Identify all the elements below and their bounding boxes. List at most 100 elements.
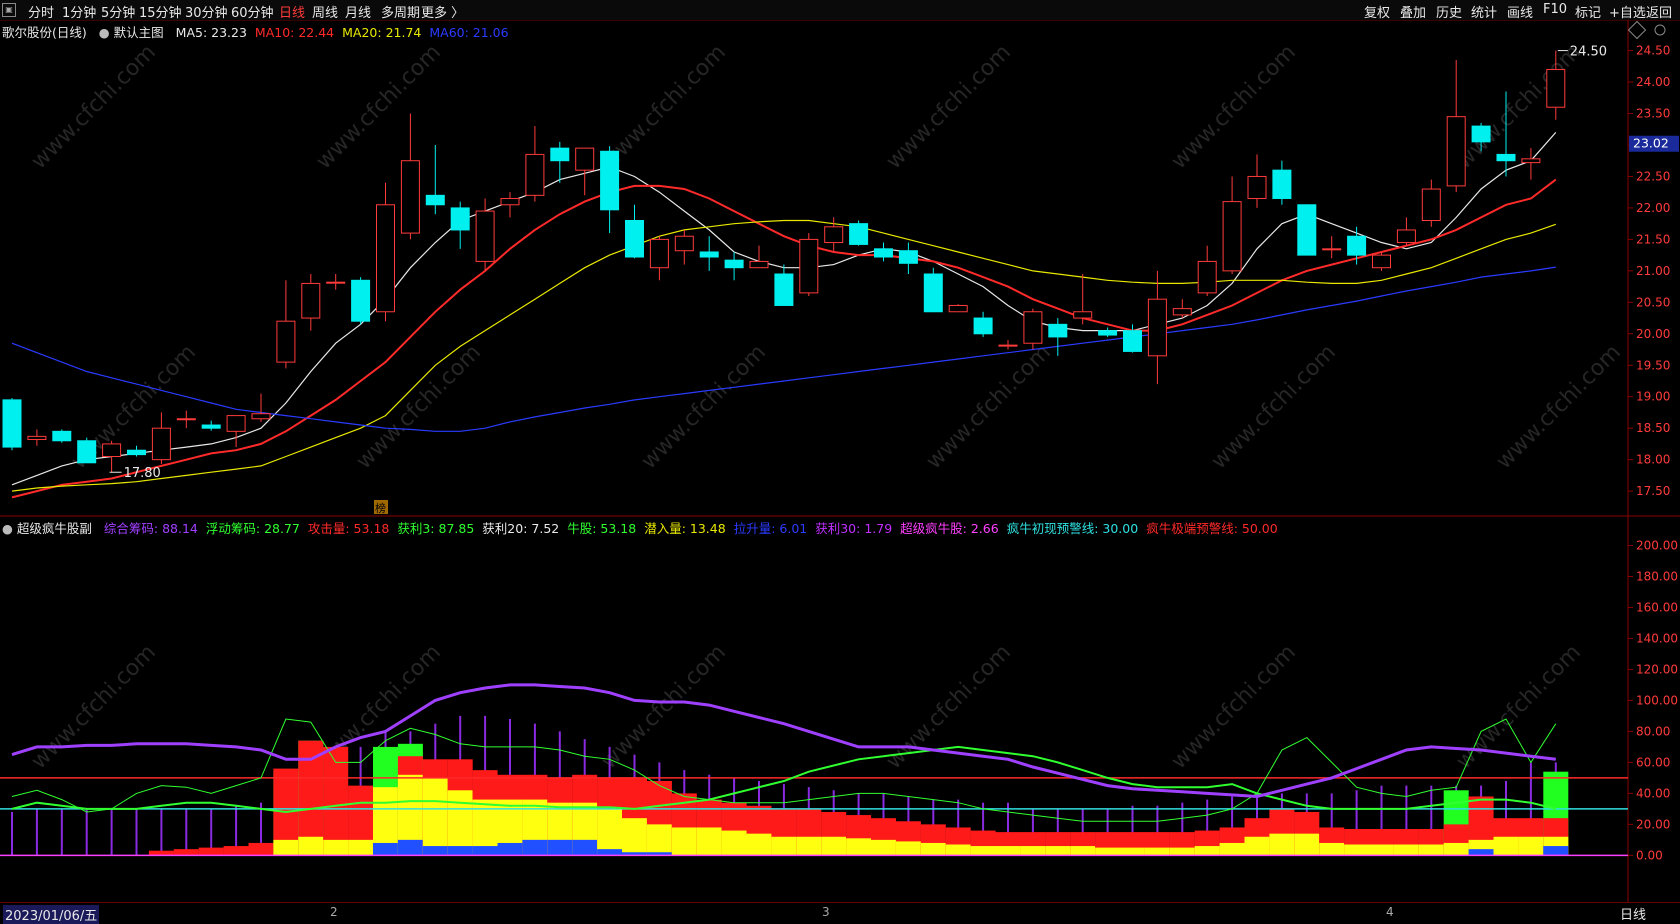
sub-ind-value-6: 潜入量: 13.48 xyxy=(644,521,726,536)
sub-tick-label: 140.00 xyxy=(1636,631,1678,645)
sub-blue-bar xyxy=(522,839,548,856)
period-tab-10[interactable]: 更多 〉 xyxy=(421,2,464,21)
period-label[interactable]: 日线 xyxy=(1620,904,1646,923)
tool-button-8[interactable]: 返回 xyxy=(1646,2,1672,21)
sub-indicator-name[interactable]: 超级疯牛股副 xyxy=(17,521,92,536)
sub-yellow-bar xyxy=(422,777,448,856)
sub-blue-bar xyxy=(472,846,498,856)
kline-chart[interactable]: www.cfchi.com www.cfchi.com www.cfchi.com w… xyxy=(0,20,1680,902)
tool-button-2[interactable]: 历史 xyxy=(1436,2,1462,21)
watermark-text: www.cfchi.com xyxy=(312,40,446,174)
period-tab-4[interactable]: 30分钟 xyxy=(185,2,228,21)
candle-body xyxy=(649,238,669,269)
candlesticks: 24.50 17.80 榜 xyxy=(2,45,1607,515)
low-price-label: 17.80 xyxy=(124,466,161,481)
sub-yellow-bar xyxy=(1493,836,1519,856)
sub-blue-bar xyxy=(397,839,423,856)
candle-body xyxy=(376,204,395,313)
stock-title[interactable]: 歌尔股份(日线) xyxy=(2,25,87,40)
candle-body xyxy=(749,260,769,269)
sub-yellow-bar xyxy=(1269,833,1295,856)
sub-yellow-bar xyxy=(1518,836,1544,856)
price-tick-label: 19.50 xyxy=(1636,358,1670,372)
sub-yellow-bar xyxy=(1443,842,1469,856)
sub-yellow-bar xyxy=(323,839,349,856)
candle-body xyxy=(1297,204,1317,256)
ma-values: MA5: 23.23 MA10: 22.44 MA20: 21.74 MA60: 21… xyxy=(168,25,509,40)
main-header: 歌尔股份(日线) ● 默认主图 MA5: 23.23 MA10: 22.44 MA2… xyxy=(2,22,509,41)
sub-ind-value-3: 获利3: 87.85 xyxy=(397,521,475,536)
period-tab-8[interactable]: 月线 xyxy=(345,2,371,21)
period-tab-1[interactable]: 1分钟 xyxy=(62,2,96,21)
candle-body xyxy=(77,440,97,464)
sub-yellow-bar xyxy=(871,839,896,856)
sub-yellow-bar xyxy=(970,846,996,856)
candle-body xyxy=(799,238,819,294)
price-tick-label: 19.00 xyxy=(1636,390,1670,404)
sub-blue-bar xyxy=(547,839,573,856)
tool-button-6[interactable]: 标记 xyxy=(1575,2,1601,21)
period-tab-0[interactable]: 分时 xyxy=(28,2,54,21)
main-ind-value-0: MA5: 23.23 xyxy=(175,25,247,40)
sub-yellow-bar xyxy=(721,830,747,856)
candle-body xyxy=(1421,188,1441,222)
sub-yellow-bar xyxy=(1369,844,1394,856)
price-tick-label: 22.00 xyxy=(1636,201,1670,215)
month-tick-3: 3 xyxy=(822,905,830,919)
template-dropdown-icon[interactable]: ● xyxy=(99,25,110,40)
period-tab-7[interactable]: 周线 xyxy=(312,2,338,21)
watermark-text: www.cfchi.com xyxy=(1452,40,1586,174)
tool-button-0[interactable]: 复权 xyxy=(1364,2,1390,21)
period-tab-9[interactable]: 多周期 xyxy=(381,2,420,21)
price-tick-label: 22.50 xyxy=(1636,169,1670,183)
sub-yellow-bar xyxy=(846,838,872,856)
period-tab-6[interactable]: 日线 xyxy=(279,2,305,21)
sub-red-bar xyxy=(323,746,349,856)
period-tab-5[interactable]: 60分钟 xyxy=(231,2,274,21)
sub-tick-label: 160.00 xyxy=(1636,600,1678,614)
candle-body xyxy=(1471,125,1491,143)
period-tab-3[interactable]: 15分钟 xyxy=(139,2,182,21)
sub-yellow-bar xyxy=(1045,846,1071,856)
circle-icon[interactable] xyxy=(1654,24,1666,36)
tool-button-3[interactable]: 统计 xyxy=(1471,2,1497,21)
sub-yellow-bar xyxy=(1319,842,1345,856)
watermark-layer: www.cfchi.com www.cfchi.com www.cfchi.com w… xyxy=(27,40,1626,774)
sub-yellow-bar xyxy=(796,836,822,856)
template-name[interactable]: 默认主图 xyxy=(114,25,164,40)
system-menu-icon[interactable]: ▣ xyxy=(2,3,16,17)
tool-button-7[interactable]: +自选 xyxy=(1609,2,1646,21)
sub-blue-bar xyxy=(373,842,398,856)
candle-body xyxy=(1197,260,1217,294)
candle-body xyxy=(201,424,221,429)
sub-tick-label: 180.00 xyxy=(1636,569,1678,583)
price-tick-label: 24.00 xyxy=(1636,75,1670,89)
diamond-icon[interactable] xyxy=(1627,20,1647,40)
time-axis: 2023/01/06/五 2 3 4 日线 xyxy=(0,902,1680,924)
candle-body xyxy=(276,320,296,363)
sub-yellow-bar xyxy=(1393,844,1419,856)
period-toolbar: ▣ 分时 1分钟 5分钟 15分钟 30分钟 60分钟 日线 周线 月线 多周期 更多 〉 复权 叠加… xyxy=(0,0,1680,21)
period-tab-2[interactable]: 5分钟 xyxy=(101,2,135,21)
sub-indicator-values: 综合筹码: 88.14 浮动筹码: 28.77 攻击量: 53.18 获利3: 87.… xyxy=(96,521,1278,536)
candle-body xyxy=(450,207,470,231)
sub-indicator-panel xyxy=(0,683,1628,857)
tool-button-5[interactable]: F10 xyxy=(1543,2,1567,17)
sub-yellow-bar xyxy=(1344,844,1370,856)
watermark-text: www.cfchi.com xyxy=(1167,640,1301,774)
candle-body xyxy=(1222,201,1242,272)
candle-body xyxy=(1521,158,1541,164)
main-ind-value-2: MA20: 21.74 xyxy=(342,25,422,40)
candle-body xyxy=(127,449,146,456)
sub-ind-value-11: 疯牛极端预警线: 50.00 xyxy=(1146,521,1278,536)
sub-tick-label: 20.00 xyxy=(1636,817,1670,831)
tool-button-1[interactable]: 叠加 xyxy=(1400,2,1426,21)
sub-composite-line xyxy=(11,683,1556,799)
price-tick-label: 17.50 xyxy=(1636,484,1670,498)
sub-yellow-bar xyxy=(1244,836,1270,856)
main-ind-value-1: MA10: 22.44 xyxy=(254,25,335,40)
sub-dropdown-icon[interactable]: ● xyxy=(2,521,13,536)
tool-button-4[interactable]: 画线 xyxy=(1507,2,1533,21)
candle-body xyxy=(1396,229,1416,244)
sub-yellow-bar xyxy=(1070,846,1096,856)
